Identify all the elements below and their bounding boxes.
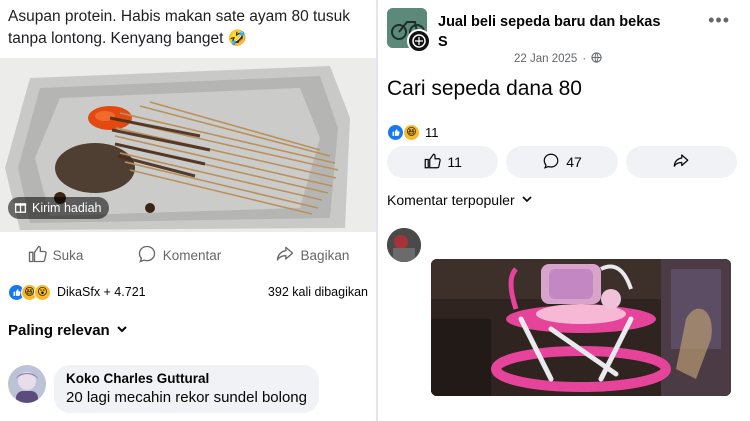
comment-icon — [137, 244, 157, 267]
left-post: Asupan protein. Habis makan sate ayam 80… — [0, 0, 376, 421]
like-reaction-icon — [387, 124, 404, 141]
post-text: Cari sepeda dana 80 — [387, 77, 582, 100]
post-action-pills: 11 47 — [387, 146, 737, 178]
comment-count: 47 — [566, 154, 582, 170]
comment-bubble: Koko Charles Guttural 20 lagi mecahin re… — [54, 365, 319, 413]
comment-label: Komentar — [162, 247, 222, 263]
post-meta: 22 Jan 2025 · — [514, 52, 602, 66]
send-gift-button[interactable]: Kirim hadiah — [8, 197, 110, 219]
meta-separator: · — [582, 53, 587, 65]
commenter-avatar[interactable] — [8, 365, 46, 403]
comment-button[interactable]: Komentar — [137, 244, 222, 267]
share-count[interactable]: 392 kali dibagikan — [268, 285, 368, 299]
comment-button[interactable]: 47 — [506, 146, 618, 178]
chevron-down-icon — [521, 192, 533, 208]
wow-reaction-icon: 😮 — [34, 283, 51, 301]
like-button[interactable]: 11 — [387, 146, 499, 178]
post-date[interactable]: 22 Jan 2025 — [514, 53, 577, 65]
like-icon — [27, 244, 47, 267]
comment-sort-dropdown[interactable]: Komentar terpopuler — [387, 192, 533, 208]
group-name[interactable]: Jual beli sepeda baru dan bekas — [438, 14, 660, 30]
more-icon[interactable]: ••• — [708, 10, 730, 31]
share-icon — [672, 152, 690, 173]
share-label: Bagikan — [300, 247, 350, 263]
comment-photo-baby-walker[interactable] — [431, 259, 731, 396]
like-icon — [423, 152, 442, 173]
post-stats: 😆 😮 DikaSfx + 4.721 392 kali dibagikan — [8, 282, 368, 302]
post-action-bar: Suka Komentar Bagikan — [0, 238, 376, 272]
comment-item: Koko Charles Guttural 20 lagi mecahin re… — [8, 365, 319, 413]
share-button[interactable]: Bagikan — [275, 244, 350, 267]
like-label: Suka — [52, 247, 84, 263]
send-gift-label: Kirim hadiah — [32, 201, 102, 215]
reactions-summary[interactable]: 😆 😮 DikaSfx + 4.721 — [8, 283, 146, 301]
haha-reaction-icon: 😆 — [403, 124, 420, 141]
like-count: 11 — [447, 154, 462, 170]
share-button[interactable] — [625, 146, 737, 178]
chevron-down-icon — [116, 322, 128, 339]
poster-name[interactable]: S — [438, 34, 448, 50]
reactions-summary-right[interactable]: 😆 11 — [387, 124, 439, 141]
commenter-avatar[interactable] — [387, 228, 421, 262]
share-icon — [275, 244, 295, 267]
right-post: Jual beli sepeda baru dan bekas S 22 Jan… — [378, 0, 750, 421]
comment-icon — [542, 152, 560, 173]
gift-icon — [14, 200, 27, 216]
like-button[interactable]: Suka — [27, 244, 84, 267]
comment-author[interactable]: Koko Charles Guttural — [66, 371, 307, 386]
comment-sort-label: Komentar terpopuler — [387, 192, 515, 208]
comment-text: 20 lagi mecahin rekor sundel bolong — [66, 389, 307, 406]
reactions-names: DikaSfx + 4.721 — [57, 285, 146, 299]
reaction-count: 11 — [425, 125, 439, 140]
comment-sort-dropdown[interactable]: Paling relevan — [8, 322, 128, 339]
user-avatar[interactable] — [407, 29, 431, 53]
comment-sort-label: Paling relevan — [8, 322, 110, 339]
globe-icon — [591, 52, 602, 66]
post-caption: Asupan protein. Habis makan sate ayam 80… — [8, 8, 351, 47]
